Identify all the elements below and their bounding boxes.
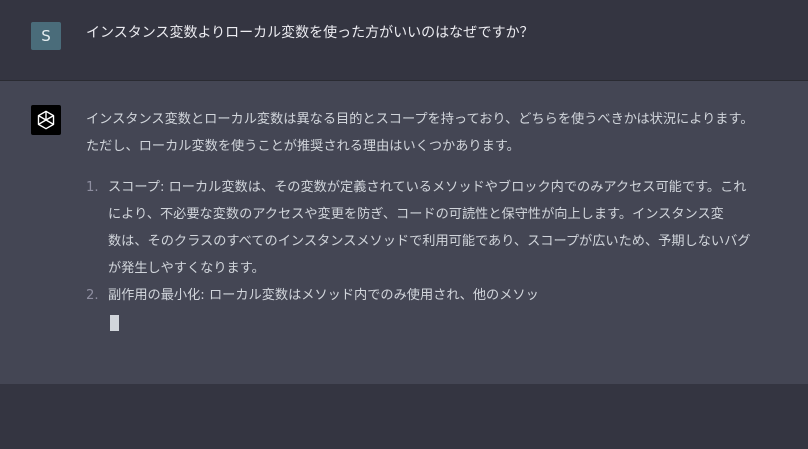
assistant-message-body: インスタンス変数とローカル変数は異なる目的とスコープを持っており、どちらを使うべ… (86, 106, 756, 331)
chat-page: S インスタンス変数よりローカル変数を使った方がいいのはなぜですか？ インスタン… (0, 0, 808, 449)
openai-logo-icon (37, 110, 55, 130)
list-item: 1. スコープ: ローカル変数は、その変数が定義されているメソッドやブロック内で… (86, 174, 756, 282)
list-item-number: 2. (86, 288, 99, 303)
list-item: 2. 副作用の最小化: ローカル変数はメソッド内でのみ使用され、他のメソッ (86, 282, 756, 309)
intro-line: インスタンス変数とローカル変数は異なる目的とスコープを持っており、どちらを使うべ… (86, 112, 754, 127)
user-message-text: インスタンス変数よりローカル変数を使った方がいいのはなぜですか？ (86, 25, 534, 41)
list-item-line: により、不必要な変数のアクセスや変更を防ぎ、コードの可読性と保守性が向上します。… (108, 207, 724, 222)
user-avatar: S (31, 22, 61, 50)
answer-list: 1. スコープ: ローカル変数は、その変数が定義されているメソッドやブロック内で… (86, 174, 756, 309)
intro-line: ただし、ローカル変数を使うことが推奨される理由はいくつかあります。 (86, 139, 520, 154)
assistant-intro: インスタンス変数とローカル変数は異なる目的とスコープを持っており、どちらを使うべ… (86, 106, 756, 160)
list-item-line: 数は、そのクラスのすべてのインスタンスメソッドで利用可能であり、スコープが広いた… (108, 234, 751, 249)
list-item-line: 副作用の最小化: ローカル変数はメソッド内でのみ使用され、他のメソッ (108, 288, 539, 303)
list-item-number: 1. (86, 180, 99, 195)
assistant-message-row: インスタンス変数とローカル変数は異なる目的とスコープを持っており、どちらを使うべ… (0, 81, 808, 384)
user-message-row: S インスタンス変数よりローカル変数を使った方がいいのはなぜですか？ (0, 0, 808, 81)
assistant-avatar (31, 105, 61, 135)
typing-cursor (110, 315, 119, 331)
list-item-line: スコープ: ローカル変数は、その変数が定義されているメソッドやブロック内でのみア… (108, 180, 747, 195)
bottom-area (0, 384, 808, 449)
list-item-line: が発生しやすくなります。 (108, 261, 265, 276)
